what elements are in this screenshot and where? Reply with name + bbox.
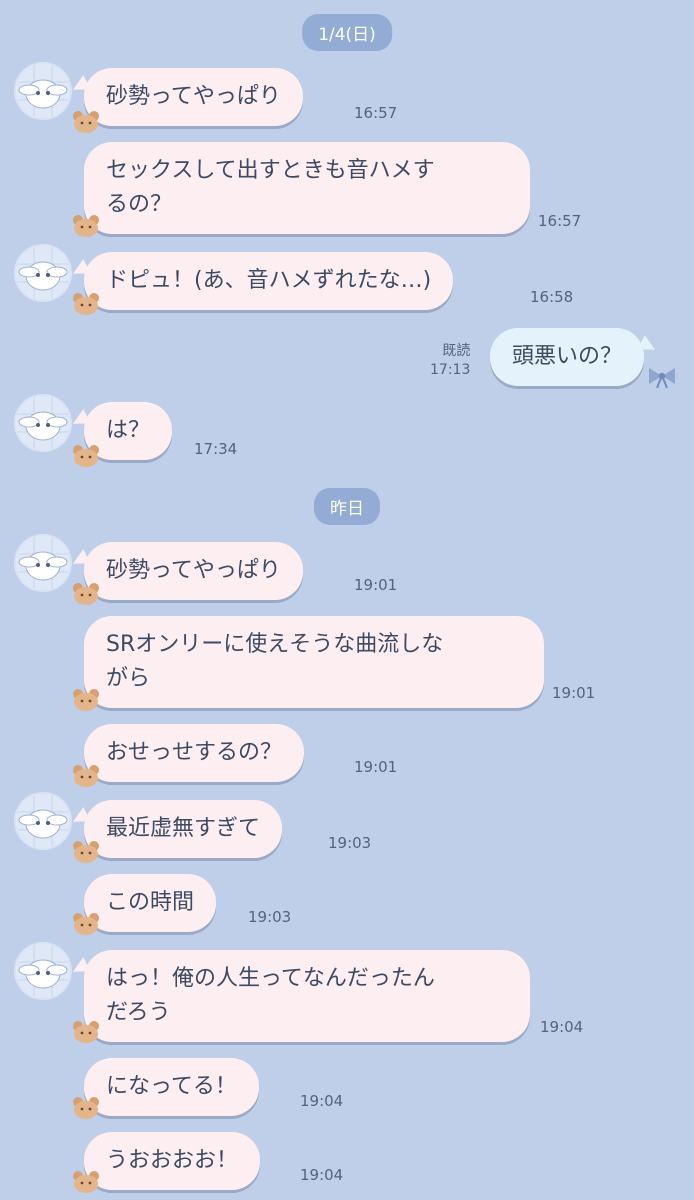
message-bubble[interactable]: セックスして出すときも音ハメす るの？	[84, 142, 530, 234]
bear-badge-icon	[72, 292, 100, 316]
bear-badge-icon	[72, 688, 100, 712]
message-time: 17:34	[194, 440, 238, 458]
message-time: 19:01	[354, 758, 398, 776]
message-bubble[interactable]: はっ！俺の人生ってなんだったん だろう	[84, 950, 530, 1042]
bear-badge-icon	[72, 444, 100, 468]
bear-badge-icon	[72, 1020, 100, 1044]
bear-badge-icon	[72, 1096, 100, 1120]
message-bubble[interactable]: 最近虚無すぎて	[84, 800, 283, 858]
message-bubble[interactable]: うおおおお！	[84, 1132, 261, 1190]
read-receipt: 既読 17:13	[430, 342, 470, 380]
bear-badge-icon	[72, 912, 100, 936]
message-time: 19:04	[540, 1018, 584, 1036]
message-time: 19:04	[300, 1092, 344, 1110]
bear-badge-icon	[72, 110, 100, 134]
message-time: 16:58	[530, 288, 574, 306]
message-time: 17:13	[430, 362, 471, 378]
bear-badge-icon	[72, 214, 100, 238]
bear-badge-icon	[72, 582, 100, 606]
chat-history[interactable]: 1/4(日) 砂勢ってやっぱり 16:57 セックスして出すときも音ハメす るの…	[0, 0, 694, 1200]
bear-badge-icon	[72, 1170, 100, 1194]
message-time: 19:04	[300, 1166, 344, 1184]
message-bubble[interactable]: 砂勢ってやっぱり	[84, 68, 303, 126]
message-time: 16:57	[538, 212, 582, 230]
cinnamoroll-avatar-icon[interactable]	[14, 62, 72, 120]
date-separator: 昨日	[314, 488, 380, 525]
message-bubble[interactable]: おせっせするの？	[84, 724, 305, 782]
bear-badge-icon	[72, 840, 100, 864]
ribbon-bow-icon	[646, 364, 678, 392]
cinnamoroll-avatar-icon[interactable]	[14, 792, 72, 850]
message-time: 19:03	[248, 908, 292, 926]
message-bubble[interactable]: 砂勢ってやっぱり	[84, 542, 303, 600]
message-bubble[interactable]: SRオンリーに使えそうな曲流しな がら	[84, 616, 544, 708]
cinnamoroll-avatar-icon[interactable]	[14, 534, 72, 592]
date-separator: 1/4(日)	[302, 14, 392, 51]
read-label: 既読	[442, 343, 471, 359]
cinnamoroll-avatar-icon[interactable]	[14, 942, 72, 1000]
message-time: 16:57	[354, 104, 398, 122]
message-bubble[interactable]: この時間	[84, 874, 217, 932]
message-bubble[interactable]: ドピュ！(あ、音ハメずれたな…)	[84, 252, 454, 310]
bear-badge-icon	[72, 764, 100, 788]
cinnamoroll-avatar-icon[interactable]	[14, 394, 72, 452]
message-time: 19:01	[552, 684, 596, 702]
message-bubble[interactable]: になってる！	[84, 1058, 259, 1116]
message-time: 19:01	[354, 576, 398, 594]
message-time: 19:03	[328, 834, 372, 852]
cinnamoroll-avatar-icon[interactable]	[14, 244, 72, 302]
my-message-bubble[interactable]: 頭悪いの？	[490, 328, 645, 386]
